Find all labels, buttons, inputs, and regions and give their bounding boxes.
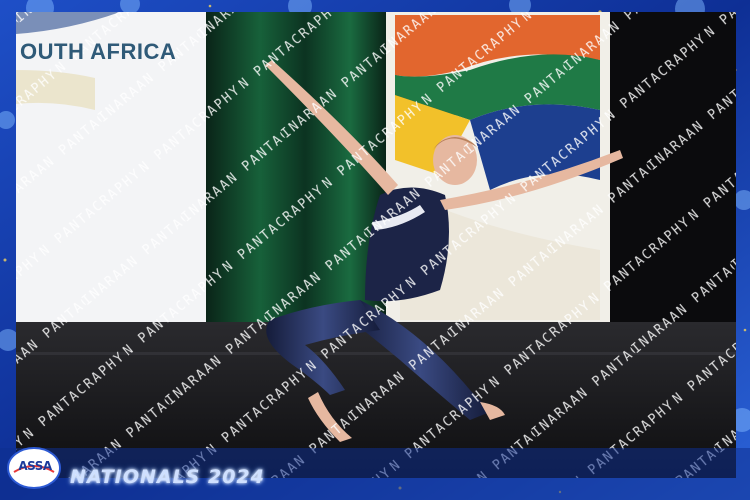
event-title: NATIONALS 2024	[70, 466, 265, 488]
watermark	[16, 12, 736, 478]
photo: INARAAN PANTACRAPHY INARAAN PANTACRAPHY	[0, 0, 750, 500]
photo-frame: INARAAN PANTACRAPHY INARAAN PANTACRAPHY	[0, 0, 750, 500]
banner-text: OUTH AFRICA	[20, 39, 177, 64]
stage-photo	[16, 12, 736, 478]
assa-logo: ASSA	[18, 459, 52, 473]
